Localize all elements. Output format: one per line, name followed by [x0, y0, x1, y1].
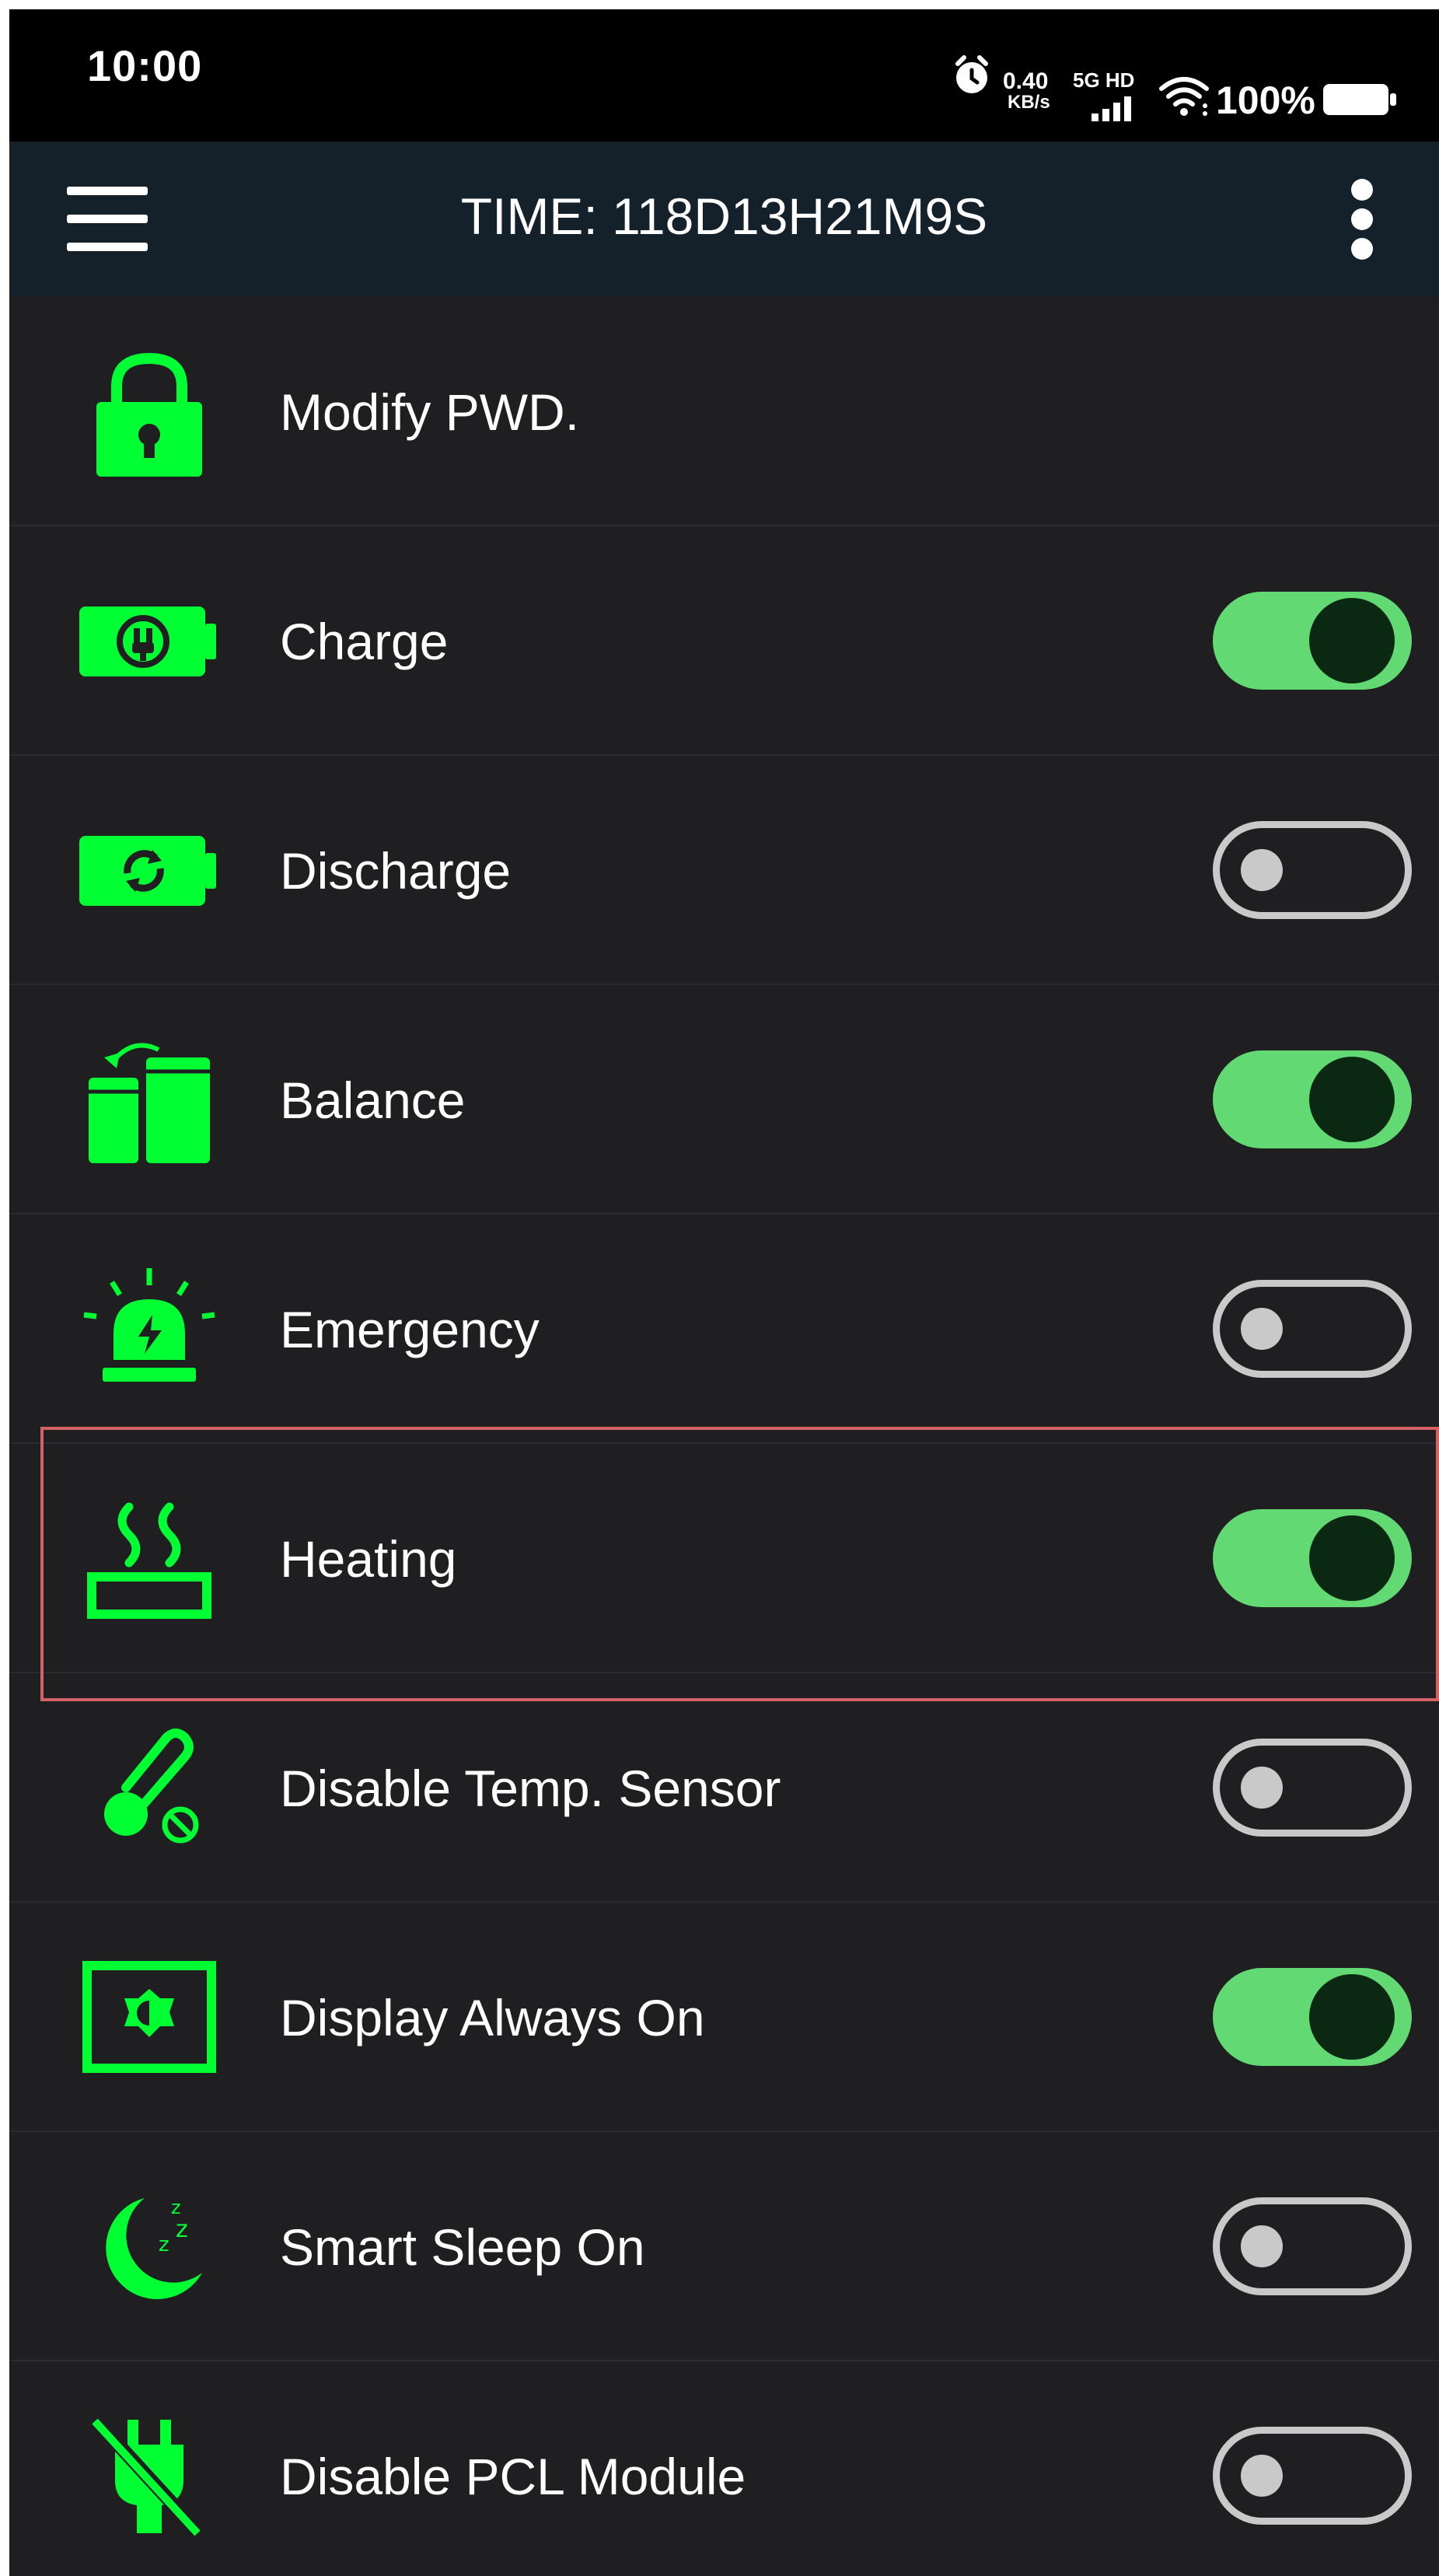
setting-label: Smart Sleep On — [280, 2218, 645, 2276]
toggle-knob — [1309, 598, 1395, 683]
setting-row-charge[interactable]: Charge — [9, 526, 1439, 756]
toggle-switch[interactable] — [1213, 821, 1412, 919]
toggle-switch[interactable] — [1213, 1739, 1412, 1837]
emergency-beacon-icon — [72, 1259, 227, 1399]
setting-label: Display Always On — [280, 1989, 705, 2046]
toggle-knob — [1309, 1515, 1395, 1601]
setting-row-heating[interactable]: Heating — [9, 1444, 1439, 1673]
toggle-switch[interactable] — [1213, 2197, 1412, 2295]
setting-label: Discharge — [280, 842, 512, 900]
heating-icon — [72, 1488, 227, 1628]
battery-percent: 100% — [1216, 79, 1315, 122]
signal-icon — [1088, 93, 1143, 124]
toggle-switch[interactable] — [1213, 1509, 1412, 1607]
battery-charge-icon — [72, 571, 227, 711]
toggle-knob — [1241, 849, 1283, 891]
wifi-icon — [1157, 73, 1211, 120]
svg-text:z: z — [176, 2216, 188, 2243]
setting-row-discharge[interactable]: Discharge — [9, 756, 1439, 985]
setting-label: Disable Temp. Sensor — [280, 1760, 781, 1817]
hamburger-menu-icon[interactable] — [56, 180, 157, 258]
status-time: 10:00 — [87, 41, 203, 90]
setting-label: Heating — [280, 1530, 457, 1588]
toggle-knob — [1241, 1308, 1283, 1350]
setting-row-disable-temp-sensor[interactable]: Disable Temp. Sensor — [9, 1673, 1439, 1903]
net-speed-indicator: 0.40 KB/s — [1003, 68, 1065, 123]
setting-row-disable-pcl-module[interactable]: Disable PCL Module — [9, 2361, 1439, 2576]
toggle-knob — [1309, 1057, 1395, 1142]
toggle-knob — [1241, 1767, 1283, 1809]
battery-icon — [1322, 78, 1399, 124]
setting-label: Modify PWD. — [280, 383, 580, 441]
lock-icon — [72, 341, 227, 481]
toggle-knob — [1309, 1974, 1395, 2060]
setting-label: Emergency — [280, 1301, 540, 1358]
toggle-switch[interactable] — [1213, 1968, 1412, 2066]
toggle-knob — [1241, 2225, 1283, 2267]
setting-label: Balance — [280, 1071, 466, 1129]
setting-label: Disable PCL Module — [280, 2448, 746, 2505]
alarm-icon — [948, 9, 995, 142]
net-speed-value: 0.40 — [1003, 68, 1049, 94]
settings-list: Modify PWD. Charge Discharge Balance Eme… — [9, 297, 1439, 2576]
setting-label: Charge — [280, 613, 449, 670]
balance-cells-icon — [72, 1029, 227, 1169]
status-bar: 10:00 0.40 KB/s 5G HD 100% — [9, 9, 1439, 142]
svg-text:z: z — [159, 2233, 169, 2256]
network-label: 5G HD — [1073, 68, 1135, 92]
setting-row-emergency[interactable]: Emergency — [9, 1215, 1439, 1444]
toggle-knob — [1241, 2455, 1283, 2497]
setting-row-modify-pwd[interactable]: Modify PWD. — [9, 297, 1439, 526]
more-vert-icon[interactable] — [1331, 173, 1393, 266]
phone-screen: 10:00 0.40 KB/s 5G HD 100% TIME: 118D13H… — [9, 9, 1439, 2576]
toggle-switch[interactable] — [1213, 1050, 1412, 1148]
app-bar: TIME: 118D13H21M9S — [9, 142, 1439, 297]
display-brightness-icon — [72, 1947, 227, 2087]
setting-row-balance[interactable]: Balance — [9, 985, 1439, 1215]
svg-text:z: z — [171, 2197, 181, 2218]
net-speed-unit: KB/s — [1008, 92, 1050, 113]
plug-disabled-icon — [72, 2406, 227, 2546]
toggle-switch[interactable] — [1213, 592, 1412, 690]
setting-row-smart-sleep-on[interactable]: z z z Smart Sleep On — [9, 2132, 1439, 2361]
moon-sleep-icon: z z z — [72, 2176, 227, 2316]
toggle-switch[interactable] — [1213, 1280, 1412, 1378]
toggle-switch[interactable] — [1213, 2427, 1412, 2525]
setting-row-display-always-on[interactable]: Display Always On — [9, 1903, 1439, 2132]
app-title: TIME: 118D13H21M9S — [460, 187, 988, 245]
thermometer-disabled-icon — [72, 1718, 227, 1858]
battery-discharge-icon — [72, 800, 227, 940]
